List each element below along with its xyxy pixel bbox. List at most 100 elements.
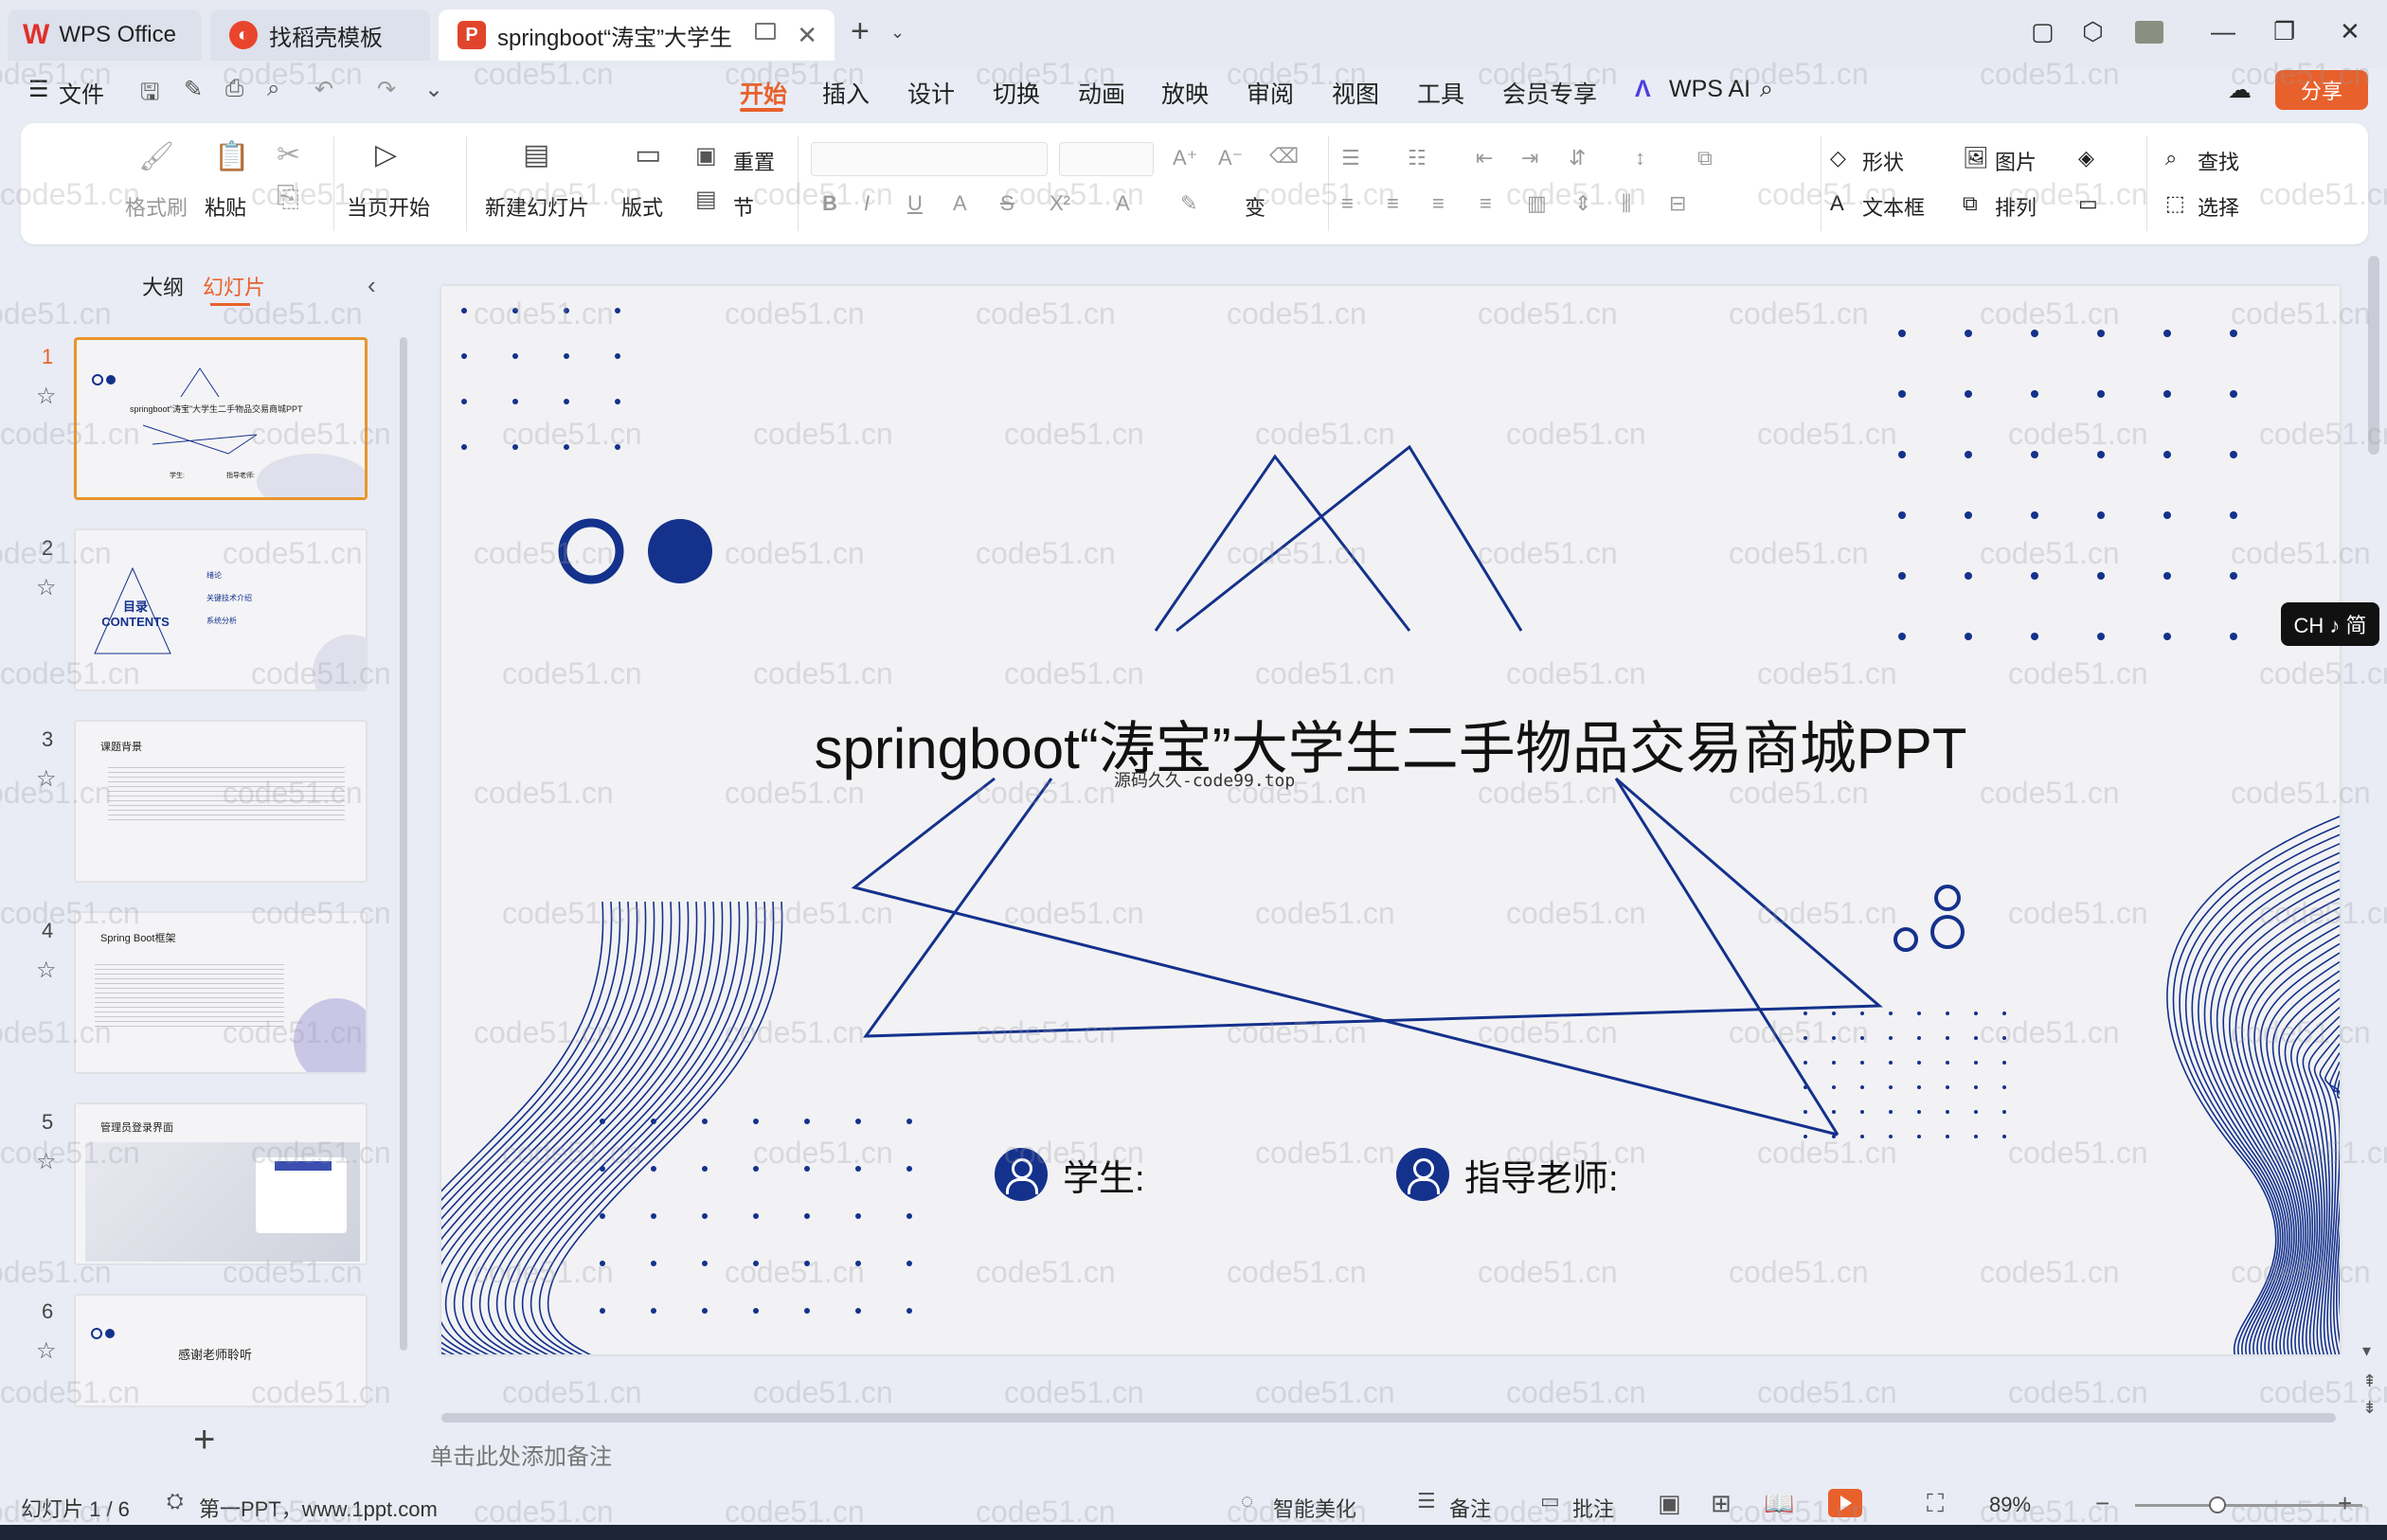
star-icon[interactable]: ☆ [36, 1148, 57, 1175]
font-family-select[interactable] [811, 142, 1048, 176]
undo-icon[interactable]: ↶ [314, 76, 333, 103]
zoom-slider[interactable] [2135, 1504, 2362, 1507]
cloud-upload-icon[interactable]: ☁ [2228, 76, 2252, 104]
cube-icon[interactable]: ⬡ [2082, 17, 2104, 46]
increase-font-icon[interactable]: A⁺ [1173, 146, 1197, 170]
search-icon[interactable]: ⌕ [1760, 76, 1773, 103]
tab-slides[interactable]: 幻灯片 [203, 271, 265, 301]
justify-icon[interactable]: ≡ [1480, 191, 1492, 216]
slide-thumbnail-6[interactable]: 感谢老师聆听 [74, 1294, 368, 1407]
star-icon[interactable]: ☆ [36, 957, 57, 984]
menu-tab-home[interactable]: 开始 [740, 76, 787, 110]
slide-title[interactable]: springboot“涛宝”大学生二手物品交易商城PPT [441, 703, 2340, 785]
paragraph-spacing-icon[interactable]: ⇕ [1574, 191, 1591, 216]
zoom-slider-handle[interactable] [2209, 1496, 2226, 1513]
decrease-font-icon[interactable]: A⁻ [1218, 146, 1243, 170]
start-current-button[interactable]: 当页开始 [347, 191, 430, 222]
tab-template[interactable]: ◐ 找稻壳模板 [210, 9, 430, 61]
align-left-icon[interactable]: ≡ [1341, 191, 1354, 216]
find-button[interactable]: 查找 [2198, 146, 2239, 176]
menu-tab-view[interactable]: 视图 [1332, 76, 1379, 110]
menu-tab-tools[interactable]: 工具 [1417, 76, 1464, 110]
slide-thumbnail-1[interactable]: springboot“涛宝”大学生二手物品交易商城PPT 学生: 指导老师: [74, 337, 368, 500]
zoom-in-icon[interactable]: + [2338, 1489, 2352, 1518]
slide-thumbnail-3[interactable]: 课题背景 [74, 720, 368, 883]
teacher-field[interactable]: 指导老师: [1396, 1148, 1619, 1201]
smart-beautify-button[interactable]: 智能美化 [1273, 1493, 1356, 1523]
menu-tab-insert[interactable]: 插入 [822, 76, 870, 110]
italic-icon[interactable]: I [864, 191, 870, 216]
menu-tab-slideshow[interactable]: 放映 [1161, 76, 1209, 110]
phonetic-icon[interactable]: 变 [1245, 191, 1265, 222]
align-right-icon[interactable]: ≡ [1432, 191, 1445, 216]
zoom-out-icon[interactable]: − [2095, 1489, 2109, 1518]
maximize-icon[interactable]: ❐ [2273, 17, 2295, 46]
file-menu[interactable]: 文件 [59, 76, 104, 109]
bullet-list-icon[interactable]: ☰ [1341, 146, 1360, 170]
add-slide-icon[interactable]: + [193, 1419, 215, 1461]
menu-tab-design[interactable]: 设计 [907, 76, 955, 110]
superscript-icon[interactable]: X² [1050, 191, 1070, 216]
tab-document[interactable]: P springboot“涛宝”大学生 ✕ [439, 9, 835, 61]
text-shadow-icon[interactable]: A [953, 191, 967, 216]
distribute-icon[interactable]: ▥ [1527, 191, 1547, 216]
shape-button[interactable]: 形状 [1862, 146, 1904, 176]
panel-scrollbar[interactable] [400, 337, 407, 1351]
bold-icon[interactable]: B [822, 191, 837, 216]
line-spacing-icon[interactable]: ↕ [1635, 146, 1645, 170]
slide-subtitle[interactable]: 源码久久-code99.top [1114, 767, 1295, 792]
student-field[interactable]: 学生: [995, 1148, 1145, 1201]
columns-icon[interactable]: ⫼ [1622, 191, 1631, 216]
star-icon[interactable]: ☆ [36, 383, 57, 410]
slide-canvas[interactable]: springboot“涛宝”大学生二手物品交易商城PPT 源码久久-code99… [441, 286, 2340, 1354]
hamburger-icon[interactable]: ☰ [28, 76, 49, 103]
comment-button[interactable]: 批注 [1572, 1493, 1614, 1523]
star-icon[interactable]: ☆ [36, 765, 57, 793]
paste-button[interactable]: 粘贴 [205, 191, 246, 222]
notes-placeholder[interactable]: 单击此处添加备注 [430, 1438, 612, 1471]
monitor-icon[interactable] [755, 23, 776, 40]
vertical-scrollbar[interactable] [2368, 256, 2379, 455]
ime-indicator[interactable]: CH ♪ 简 [2281, 602, 2379, 646]
font-size-select[interactable] [1059, 142, 1154, 176]
layout-button[interactable]: 版式 [621, 191, 663, 222]
pen-icon[interactable]: ✎ [184, 76, 203, 103]
fill-icon[interactable]: ◈ [2078, 146, 2094, 170]
redo-icon[interactable]: ↷ [377, 76, 396, 103]
star-icon[interactable]: ☆ [36, 574, 57, 601]
slideshow-button[interactable] [1828, 1489, 1862, 1517]
highlight-icon[interactable]: ✎ [1180, 191, 1197, 216]
share-button[interactable]: 分享 [2275, 70, 2368, 110]
horizontal-scrollbar[interactable] [441, 1413, 2336, 1423]
reading-view-icon[interactable]: 📖 [1764, 1489, 1794, 1518]
save-icon[interactable]: 🖫 [140, 76, 159, 115]
star-icon[interactable]: ☆ [36, 1337, 57, 1365]
cut-icon[interactable]: ✂ [277, 138, 300, 171]
slide-thumbnail-5[interactable]: 管理员登录界面 [74, 1102, 368, 1265]
tab-outline[interactable]: 大纲 [142, 271, 184, 301]
prev-slide-icon[interactable]: ⇞ [2362, 1371, 2377, 1391]
menu-tab-transition[interactable]: 切换 [993, 76, 1040, 110]
tab-wps-office[interactable]: W WPS Office [8, 9, 202, 61]
vertical-align-icon[interactable]: ⊟ [1669, 191, 1686, 216]
strikethrough-icon[interactable]: S [1000, 191, 1014, 216]
indent-icon[interactable]: ⇥ [1521, 146, 1538, 170]
align-center-icon[interactable]: ≡ [1387, 191, 1399, 216]
theme-name[interactable]: 第一PPT，www.1ppt.com [199, 1493, 438, 1523]
format-painter-button[interactable]: 格式刷 [125, 191, 188, 222]
avatar[interactable] [2135, 21, 2163, 44]
close-window-icon[interactable]: ✕ [2340, 17, 2360, 46]
next-slide-icon[interactable]: ⇟ [2362, 1398, 2377, 1418]
chevron-down-icon[interactable]: ⌄ [890, 23, 905, 43]
section-button[interactable]: 节 [733, 191, 754, 222]
numbered-list-icon[interactable]: ☷ [1408, 146, 1427, 170]
underline-icon[interactable]: U [907, 191, 923, 216]
textbox-button[interactable]: 文本框 [1862, 191, 1925, 222]
print-preview-icon[interactable]: ⌕ [267, 76, 279, 102]
text-direction-icon[interactable]: ⇵ [1569, 146, 1586, 170]
scroll-down-icon[interactable]: ▾ [2362, 1341, 2371, 1361]
close-tab-icon[interactable]: ✕ [797, 21, 817, 50]
clear-format-icon[interactable]: ⌫ [1269, 144, 1299, 169]
copy-icon[interactable]: ⎘ [277, 182, 299, 214]
convert-smartart-icon[interactable]: ⧉ [1697, 146, 1713, 170]
